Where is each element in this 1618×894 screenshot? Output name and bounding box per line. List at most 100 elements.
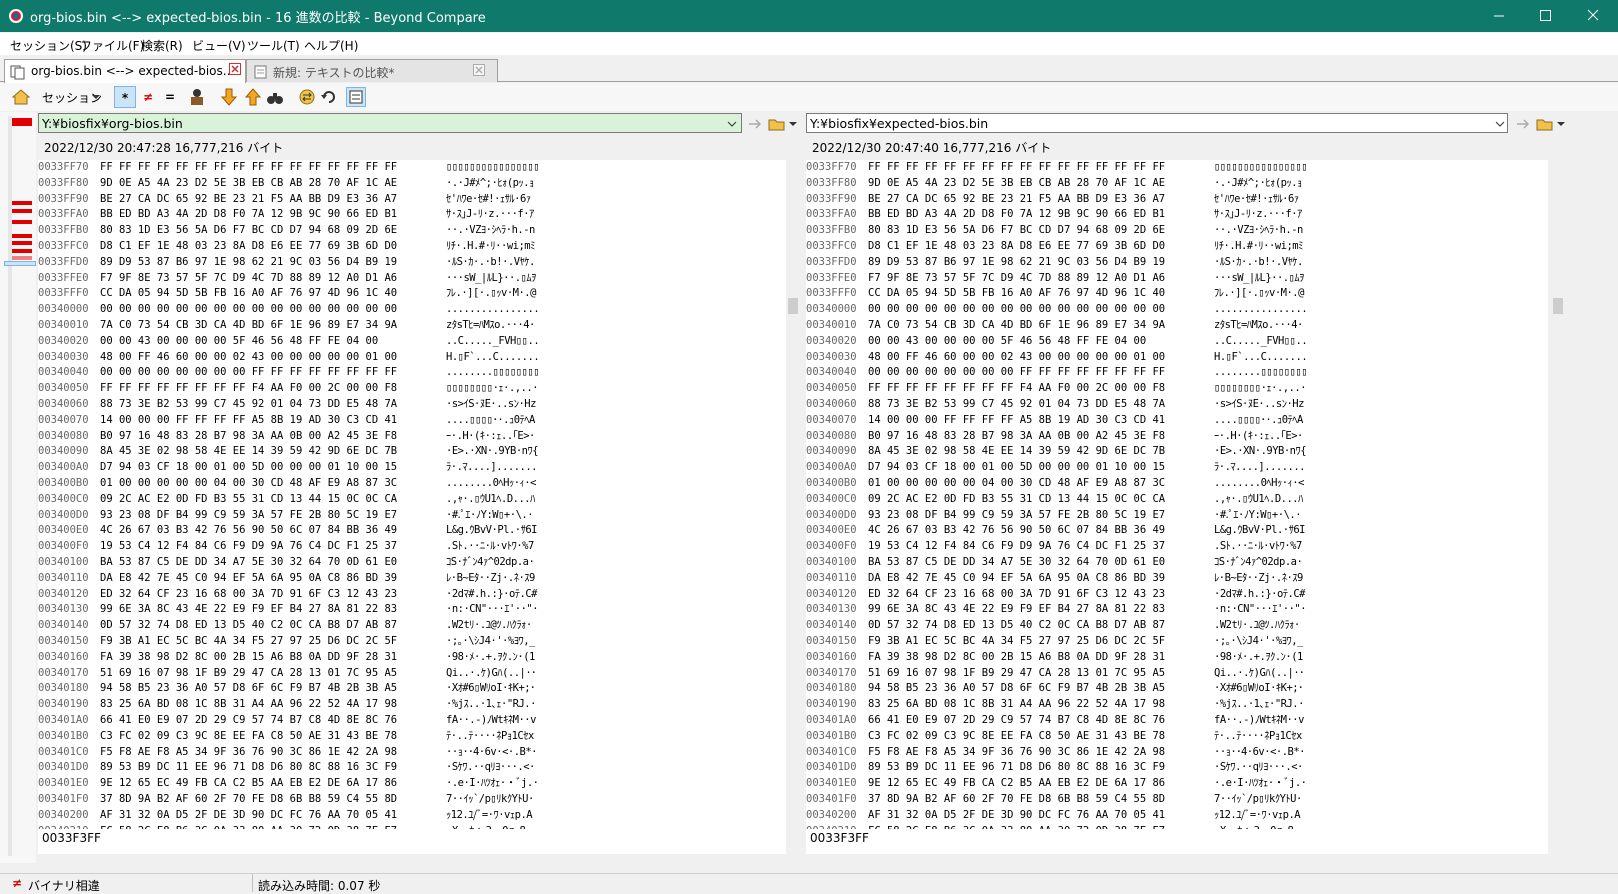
go-icon[interactable] xyxy=(1514,115,1532,133)
diff-marker[interactable] xyxy=(12,234,32,238)
options-icon[interactable] xyxy=(345,86,367,108)
menu-file[interactable]: ファイル(F) xyxy=(80,37,144,54)
dropdown-arrow-icon[interactable] xyxy=(90,86,102,108)
ascii-text: ·;｡·\ｼJ4·'·%ﾖﾜ,_ xyxy=(446,635,535,647)
scroll-thumb[interactable] xyxy=(788,298,798,314)
viewport-indicator[interactable] xyxy=(4,261,36,266)
hex-offset: 003401B0 xyxy=(806,729,857,742)
hex-bytes: 0D 57 32 74 D8 ED 13 D5 40 C2 0C CA B8 D… xyxy=(100,619,398,632)
ascii-text: ▯▯▯▯▯▯▯▯▯▯▯▯▯▯▯▯ xyxy=(1214,161,1308,173)
prev-diff-icon[interactable] xyxy=(242,86,264,108)
ascii-text: L&g.ｳBvV·Pl.·ｻ6I xyxy=(446,524,538,537)
same-filter-icon[interactable]: = xyxy=(160,86,180,108)
hex-offset: 0033FF80 xyxy=(38,176,89,189)
hex-offset: 003401E0 xyxy=(38,777,89,790)
open-folder-icon[interactable] xyxy=(1536,115,1554,133)
hex-bytes: BA 53 87 C5 DE DD 34 A7 5E 30 32 64 70 0… xyxy=(868,556,1166,568)
hex-offset: 003400A0 xyxy=(38,461,89,474)
ascii-text: ｾ'ﾊﾜe·ｾ#!·ｪｻﾙ·6ｧ xyxy=(446,192,531,205)
all-filter-icon[interactable]: * xyxy=(114,86,136,108)
hex-bytes: 19 53 C4 12 F4 84 C6 F9 D9 9A 76 C4 DC F… xyxy=(868,540,1166,553)
home-icon[interactable] xyxy=(10,86,32,108)
diff-marker[interactable] xyxy=(12,209,32,213)
swap-icon[interactable] xyxy=(296,86,318,108)
right-vertical-scrollbar[interactable] xyxy=(1550,160,1566,854)
diff-marker[interactable] xyxy=(12,241,32,245)
hex-bytes: C3 FC 02 09 C3 9C 8E EE FA C8 50 AE 31 4… xyxy=(868,729,1166,742)
ascii-text: ｺS·ﾅﾞﾝ4ｧ^02dp.a· xyxy=(446,556,535,568)
ascii-text: Qi..·.ｹ)Gﾊ(..|·･ xyxy=(446,666,536,679)
left-hex-pane[interactable]: 0033FF70 FF FF FF FF FF FF FF FF FF FF FF… xyxy=(38,160,786,854)
hex-offset: 0033FFA0 xyxy=(38,208,89,221)
menu-tools[interactable]: ツール(T) xyxy=(247,37,300,54)
rules-icon[interactable] xyxy=(186,86,208,108)
ascii-text: ｰ·.H·(ｷ·:ｪ..｢E>· xyxy=(1214,429,1303,442)
hex-offset: 00340110 xyxy=(38,571,89,584)
ascii-text: ·2dﾏ#.h.:}·oﾃ.C# xyxy=(1214,587,1306,600)
hex-offset: 00340000 xyxy=(38,303,89,316)
hex-bytes: AF 31 32 0A D5 2F DE 3D 90 DC FC 76 AA 7… xyxy=(868,808,1166,821)
menu-search[interactable]: 検索(R) xyxy=(141,37,183,54)
hex-offset: 003401F0 xyxy=(38,793,89,805)
right-hex-pane[interactable]: 0033FF70 FF FF FF FF FF FF FF FF FF FF FF… xyxy=(806,160,1548,854)
hex-offset: 00340080 xyxy=(38,429,89,442)
tab-close-icon[interactable] xyxy=(229,63,241,75)
ascii-text: ···sW_|ﾙL}··.▯ﾑｦ xyxy=(1214,271,1304,284)
ascii-text: ｯ12.ﾕ/ﾞ=·ﾜ·vｪp.A xyxy=(446,808,533,821)
hex-offset: 00340130 xyxy=(806,603,857,616)
dropdown-arrow-icon[interactable] xyxy=(1556,118,1566,130)
tab-hex-compare[interactable]: org-bios.bin <--> expected-bios.... xyxy=(4,59,246,83)
ascii-text: ..C....._FVH▯▯.. xyxy=(1214,334,1308,347)
diff-marker[interactable] xyxy=(12,118,32,126)
diff-overview-strip[interactable] xyxy=(0,112,36,863)
diff-marker[interactable] xyxy=(12,249,32,253)
hex-bytes: 09 2C AC E2 0D FD B3 55 31 CD 13 44 15 0… xyxy=(100,492,398,505)
hex-offset: 00340180 xyxy=(806,682,857,695)
hex-offset: 003400C0 xyxy=(38,492,89,505)
ascii-text: ........▯▯▯▯▯▯▯▯ xyxy=(446,366,540,379)
hex-bytes: 00 00 43 00 00 00 00 5F 46 56 48 FF FE 0… xyxy=(868,334,1147,347)
hex-offset: 0033FFD0 xyxy=(806,255,857,268)
diffs-filter-icon[interactable]: ≠ xyxy=(138,86,158,108)
hex-offset: 0033FFF0 xyxy=(806,287,857,300)
close-button[interactable] xyxy=(1568,0,1618,32)
hex-offset: 0033FFD0 xyxy=(38,255,89,268)
hex-offset: 00340050 xyxy=(806,382,857,395)
diff-marker[interactable] xyxy=(12,256,32,260)
maximize-button[interactable] xyxy=(1522,0,1568,32)
ascii-text: ........▯▯▯▯▯▯▯▯ xyxy=(1214,366,1308,379)
hex-offset: 003400B0 xyxy=(38,477,89,489)
tab-text-compare[interactable]: 新規: テキストの比較* xyxy=(246,59,498,82)
minimize-button[interactable] xyxy=(1476,0,1522,32)
refresh-icon[interactable] xyxy=(318,86,340,108)
hex-offset: 00340150 xyxy=(38,635,89,647)
left-path-row: Y:¥biosfix¥org-bios.bin xyxy=(38,113,800,135)
menu-view[interactable]: ビュー(V) xyxy=(192,37,246,54)
dropdown-arrow-icon[interactable] xyxy=(788,118,798,130)
chevron-down-icon[interactable] xyxy=(1494,118,1506,130)
binoculars-icon[interactable] xyxy=(264,86,286,108)
diff-marker[interactable] xyxy=(12,201,32,205)
hex-bytes: 66 41 E0 E9 07 2D 29 C9 57 74 B7 C8 4D 8… xyxy=(868,714,1166,726)
scroll-thumb[interactable] xyxy=(1553,298,1563,314)
menu-help[interactable]: ヘルプ(H) xyxy=(304,37,358,54)
next-diff-icon[interactable] xyxy=(218,86,240,108)
hex-offset: 00340150 xyxy=(806,635,857,647)
diff-marker[interactable] xyxy=(12,220,32,224)
chevron-down-icon[interactable] xyxy=(726,118,738,130)
hex-bytes: 09 2C AC E2 0D FD B3 55 31 CD 13 44 15 0… xyxy=(868,492,1166,505)
open-folder-icon[interactable] xyxy=(768,115,786,133)
ascii-text: ﾚ·B~Eﾀ··Zj·.ﾈ·ｽ9 xyxy=(446,571,535,584)
hex-offset: 003400D0 xyxy=(806,508,857,521)
tab-close-icon[interactable] xyxy=(473,64,485,76)
hex-offset: 00340120 xyxy=(38,587,89,600)
hex-offset: 00340160 xyxy=(806,650,857,663)
left-vertical-scrollbar[interactable] xyxy=(786,160,800,854)
left-path-input[interactable]: Y:¥biosfix¥org-bios.bin xyxy=(38,113,742,133)
go-icon[interactable] xyxy=(746,115,764,133)
menu-session[interactable]: セッション(S) xyxy=(10,37,87,54)
hex-bytes: D7 94 03 CF 18 00 01 00 5D 00 00 00 01 1… xyxy=(868,461,1166,474)
hex-offset: 0033FFE0 xyxy=(806,271,857,284)
hex-bytes: 89 53 B9 DC 11 EE 96 71 D8 D6 80 8C 88 1… xyxy=(868,761,1166,774)
right-path-input[interactable]: Y:¥biosfix¥expected-bios.bin xyxy=(806,113,1508,133)
